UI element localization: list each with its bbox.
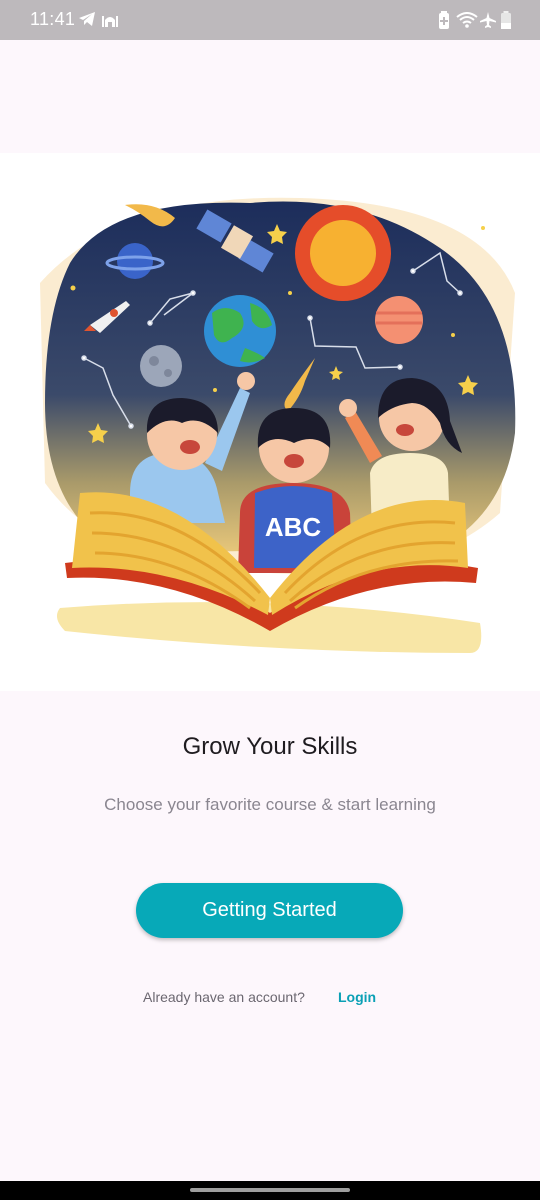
status-time: 11:41 bbox=[30, 9, 76, 29]
login-link[interactable]: Login bbox=[338, 989, 376, 1005]
battery-saver-icon bbox=[439, 11, 449, 29]
svg-text:ABC: ABC bbox=[265, 512, 322, 542]
hero-illustration: ABC bbox=[0, 153, 540, 691]
sun-shape bbox=[295, 205, 391, 301]
mosque-icon bbox=[102, 16, 118, 27]
battery-icon bbox=[501, 11, 511, 29]
status-bar: 11:41 bbox=[0, 0, 540, 40]
onboarding-subtitle: Choose your favorite course & start lear… bbox=[104, 795, 436, 814]
navigation-bar bbox=[0, 1181, 540, 1200]
wifi-icon bbox=[456, 12, 478, 28]
account-prompt: Already have an account? bbox=[143, 989, 305, 1005]
kids-reading-book-illustration: ABC bbox=[40, 197, 516, 653]
onboarding-title: Grow Your Skills bbox=[182, 733, 358, 760]
home-gesture-handle[interactable] bbox=[190, 1188, 350, 1192]
getting-started-button[interactable]: Getting Started bbox=[136, 883, 403, 938]
airplane-icon bbox=[480, 12, 496, 28]
telegram-icon bbox=[79, 12, 95, 26]
